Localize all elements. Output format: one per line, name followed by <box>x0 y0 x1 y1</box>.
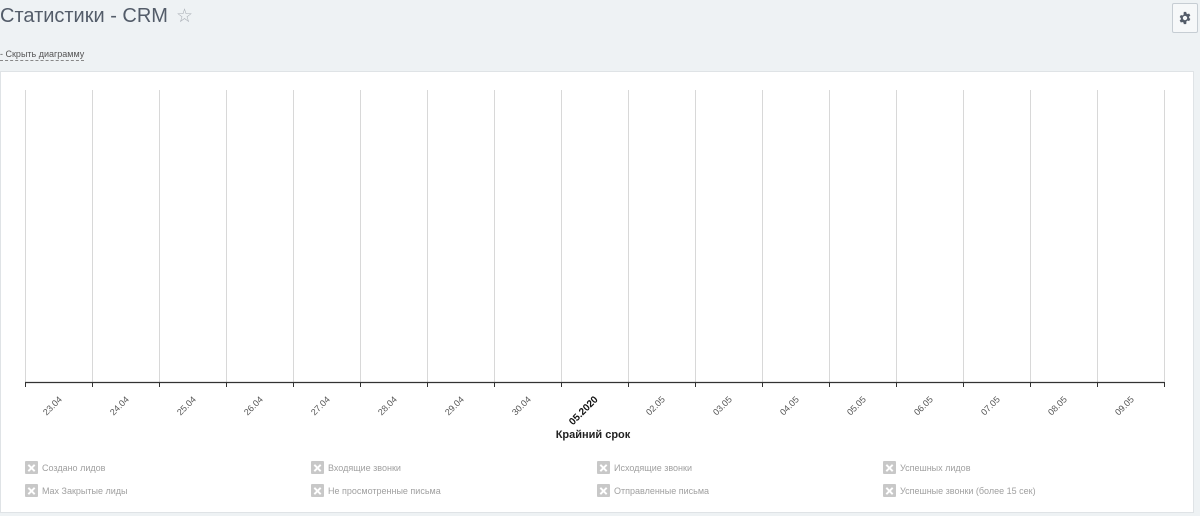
legend: Создано лидов Входящие звонки Исходящие … <box>25 460 1175 510</box>
legend-label: Исходящие звонки <box>614 463 692 473</box>
legend-label: Успешных лидов <box>900 463 971 473</box>
checkbox-unchecked-icon <box>311 484 324 497</box>
settings-button[interactable] <box>1172 3 1198 33</box>
checkbox-unchecked-icon <box>25 461 38 474</box>
checkbox-unchecked-icon <box>883 484 896 497</box>
x-axis-title: Крайний срок <box>555 429 631 441</box>
x-tick-label: 07.05 <box>979 394 1002 417</box>
hide-chart-link[interactable]: - Скрыть диаграмму <box>0 49 85 61</box>
x-tick-label: 06.05 <box>912 394 935 417</box>
x-tick-label: 05.2020 <box>567 394 601 428</box>
x-tick-label: 02.05 <box>644 394 667 417</box>
star-icon[interactable]: ☆ <box>176 5 193 27</box>
checkbox-unchecked-icon <box>311 461 324 474</box>
checkbox-unchecked-icon <box>597 484 610 497</box>
x-tick-label: 09.05 <box>1113 394 1136 417</box>
page-header: Статистики - CRM ☆ <box>0 0 1200 46</box>
chart-panel: 23.04 24.04 25.04 26.04 27.04 28.04 29.04 30.04… <box>0 71 1194 513</box>
legend-label: Отправленные письма <box>614 486 710 496</box>
x-tick-label: 24.04 <box>108 394 131 417</box>
x-tick-label: 29.04 <box>443 394 466 417</box>
x-tick-label: 03.05 <box>711 394 734 417</box>
checkbox-unchecked-icon <box>597 461 610 474</box>
x-tick-label: 05.05 <box>845 394 868 417</box>
legend-label: Входящие звонки <box>328 463 401 473</box>
x-tick-label: 27.04 <box>309 394 332 417</box>
x-tick-label: 30.04 <box>510 394 533 417</box>
x-tick-label: 25.04 <box>175 394 198 417</box>
gear-icon <box>1179 11 1191 25</box>
x-tick-label: 04.05 <box>778 394 801 417</box>
checkbox-unchecked-icon <box>25 484 38 497</box>
legend-label: Успешные звонки (более 15 сек) <box>900 486 1036 496</box>
legend-label: Создано лидов <box>42 463 106 473</box>
chart: 23.04 24.04 25.04 26.04 27.04 28.04 29.04 30.04… <box>25 90 1165 428</box>
x-tick-label: 28.04 <box>376 394 399 417</box>
legend-label: Не просмотренные письма <box>328 486 441 496</box>
x-tick-label: 23.04 <box>41 394 64 417</box>
x-tick-label: 08.05 <box>1046 394 1069 417</box>
legend-label: Max Закрытые лиды <box>42 486 128 496</box>
checkbox-unchecked-icon <box>883 461 896 474</box>
x-tick-label: 26.04 <box>242 394 265 417</box>
page-title: Статистики - CRM <box>0 5 168 27</box>
